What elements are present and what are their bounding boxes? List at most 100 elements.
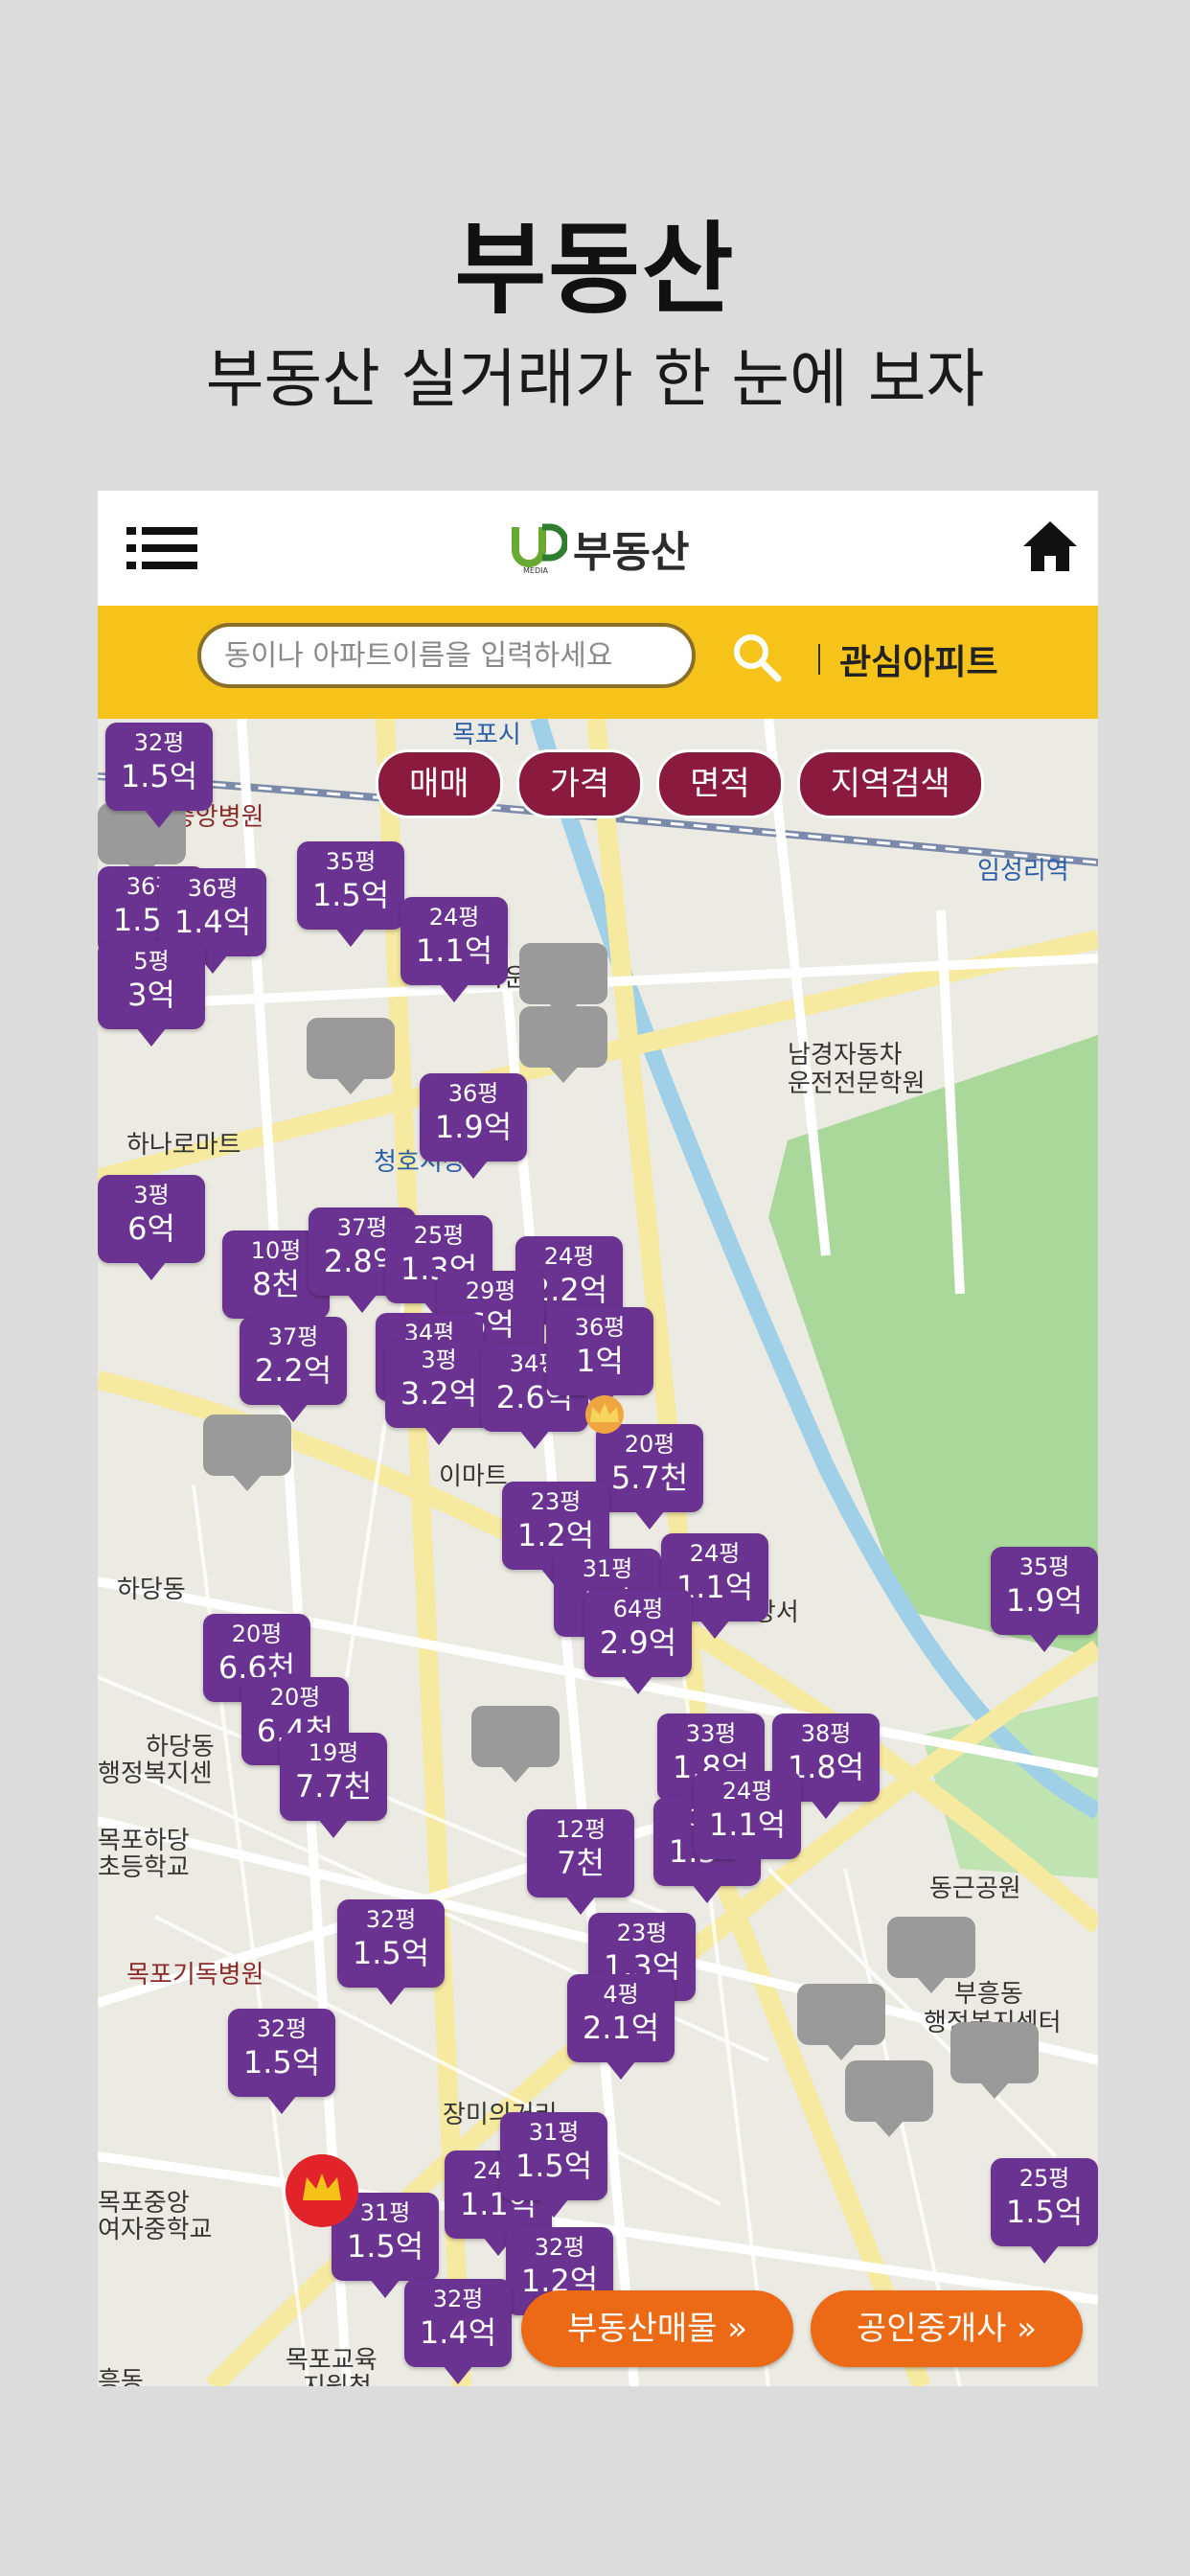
map-place-label: 행정복지센 bbox=[98, 1760, 213, 1788]
price-marker[interactable]: 64평 2.9억 bbox=[584, 1589, 692, 1694]
marker-size: 35평 bbox=[1018, 1553, 1070, 1580]
marker-price: 2.2억 bbox=[254, 1352, 332, 1389]
filter-trade-type[interactable]: 매매 bbox=[376, 749, 503, 818]
map-place-label: 하당동 bbox=[117, 1576, 186, 1604]
hero-subtitle: 부동산 실거래가 한 눈에 보자 bbox=[205, 342, 985, 416]
agents-button[interactable]: 공인중개사 » bbox=[811, 2290, 1083, 2367]
marker-size: 20평 bbox=[231, 1621, 283, 1647]
marker-size: 24평 bbox=[689, 1540, 741, 1567]
price-marker[interactable]: 32평 1.5억 bbox=[337, 1899, 445, 2005]
inactive-marker bbox=[845, 2060, 933, 2137]
map-place-label: 임성리역 bbox=[977, 857, 1069, 886]
price-marker[interactable]: 31평 1.5억 bbox=[500, 2112, 607, 2218]
marker-size: 33평 bbox=[685, 1720, 737, 1747]
marker-price: 5.7천 bbox=[610, 1460, 689, 1496]
price-marker[interactable]: 25평 1.5억 bbox=[991, 2158, 1098, 2264]
marker-size: 31평 bbox=[582, 1555, 633, 1582]
marker-size: 5평 bbox=[133, 948, 170, 975]
marker-price: 1.5억 bbox=[1005, 2194, 1084, 2230]
hero-title: 부동산 bbox=[454, 211, 736, 328]
marker-size: 36평 bbox=[187, 875, 239, 902]
ud-media-logo-icon: MEDIA bbox=[512, 523, 567, 575]
marker-price: 6억 bbox=[127, 1210, 175, 1247]
marker-size: 3평 bbox=[133, 1182, 170, 1208]
marker-size: 32평 bbox=[133, 729, 185, 756]
marker-price: 1.5억 bbox=[515, 2148, 593, 2184]
marker-size: 32평 bbox=[534, 2234, 585, 2261]
price-marker[interactable]: 5평 3억 bbox=[98, 941, 205, 1046]
marker-size: 64평 bbox=[612, 1596, 664, 1622]
search-input[interactable] bbox=[197, 623, 696, 688]
crown-marker-icon bbox=[585, 1395, 624, 1434]
user-location-pin-icon[interactable] bbox=[284, 2152, 360, 2229]
marker-price: 1.4억 bbox=[173, 904, 252, 940]
marker-size: 38평 bbox=[800, 1720, 852, 1747]
filter-area[interactable]: 면적 bbox=[656, 749, 784, 818]
favorite-apartments-link[interactable]: 관심아피트 bbox=[839, 634, 998, 684]
price-marker[interactable]: 12평 7천 bbox=[527, 1809, 634, 1915]
search-bar: 관심아피트 bbox=[98, 606, 1098, 719]
marker-size: 19평 bbox=[308, 1739, 359, 1766]
search-icon[interactable] bbox=[730, 631, 784, 684]
marker-size: 25평 bbox=[1018, 2165, 1070, 2192]
price-marker[interactable]: 3평 3.2억 bbox=[385, 1340, 492, 1445]
map-place-label: 운전전문학원 bbox=[788, 1070, 926, 1098]
hamburger-menu-icon[interactable] bbox=[126, 525, 197, 571]
price-marker[interactable]: 35평 1.9억 bbox=[991, 1547, 1098, 1652]
map-place-label: 여자중학교 bbox=[98, 2216, 213, 2244]
marker-price: 1.5억 bbox=[242, 2044, 321, 2081]
marker-price: 3.2억 bbox=[400, 1375, 478, 1412]
price-marker[interactable]: 3평 6억 bbox=[98, 1175, 205, 1280]
marker-size: 25평 bbox=[413, 1222, 465, 1249]
filter-chip-row: 매매 가격 면적 지역검색 bbox=[376, 749, 984, 818]
price-marker[interactable]: 24평 1.1억 bbox=[694, 1771, 801, 1876]
inactive-marker bbox=[950, 2022, 1039, 2099]
price-marker[interactable]: 35평 1.5억 bbox=[297, 841, 404, 947]
marker-price: 7천 bbox=[557, 1845, 605, 1881]
marker-size: 32평 bbox=[432, 2286, 484, 2312]
brand-logo: MEDIA 부동산 bbox=[510, 518, 689, 579]
home-icon[interactable] bbox=[1021, 519, 1079, 573]
marker-price: 2.1억 bbox=[582, 2010, 660, 2046]
inactive-marker bbox=[519, 943, 607, 1020]
price-marker[interactable]: 20평 5.7천 bbox=[596, 1424, 703, 1530]
map-view[interactable]: 목포시 목포중앙병원 임성리역 남경자동차 운전전문학원 하나로마트 청호시장 이마트 하당동 하… bbox=[98, 719, 1098, 2386]
price-marker[interactable]: 19평 7.7천 bbox=[280, 1733, 387, 1838]
marker-price: 1.1억 bbox=[708, 1806, 787, 1843]
marker-price: 1억 bbox=[576, 1343, 624, 1379]
marker-size: 3평 bbox=[421, 1346, 457, 1373]
marker-price: 2.9억 bbox=[599, 1624, 677, 1661]
marker-size: 12평 bbox=[555, 1816, 606, 1843]
marker-size: 20평 bbox=[269, 1684, 321, 1711]
price-marker[interactable]: 32평 1.5억 bbox=[105, 723, 213, 828]
price-marker[interactable]: 4평 2.1억 bbox=[567, 1974, 675, 2080]
marker-size: 24평 bbox=[721, 1778, 773, 1805]
marker-price: 1.5억 bbox=[311, 877, 390, 913]
price-marker[interactable]: 36평 1.9억 bbox=[420, 1073, 527, 1179]
marker-price: 3억 bbox=[127, 977, 175, 1013]
marker-price: 1.1억 bbox=[415, 932, 493, 969]
app-screen: MEDIA 부동산 관심아피트 bbox=[98, 491, 1098, 2386]
price-marker[interactable]: 36평 1억 bbox=[546, 1307, 653, 1413]
price-marker[interactable]: 32평 1.5억 bbox=[228, 2009, 335, 2114]
price-marker[interactable]: 32평 1.4억 bbox=[404, 2279, 512, 2384]
filter-price[interactable]: 가격 bbox=[515, 749, 644, 818]
marker-price: 1.5억 bbox=[120, 758, 198, 794]
brand-name: 부동산 bbox=[573, 528, 690, 577]
inactive-marker bbox=[471, 1706, 560, 1782]
map-place-label: 하나로마트 bbox=[126, 1131, 241, 1160]
map-place-label: 흥동 bbox=[98, 2367, 144, 2386]
inactive-marker bbox=[519, 1006, 607, 1083]
filter-region-search[interactable]: 지역검색 bbox=[796, 749, 984, 818]
inactive-marker bbox=[797, 1984, 885, 2060]
inactive-marker bbox=[203, 1414, 291, 1491]
map-place-label: 이마트 bbox=[439, 1462, 508, 1491]
marker-size: 23평 bbox=[616, 1920, 668, 1946]
map-place-label: 목포시 bbox=[452, 721, 521, 749]
marker-size: 24평 bbox=[428, 904, 480, 931]
inactive-marker bbox=[887, 1917, 975, 1993]
price-marker[interactable]: 37평 2.2억 bbox=[240, 1317, 347, 1422]
price-marker[interactable]: 24평 1.1억 bbox=[400, 897, 508, 1002]
inactive-marker bbox=[307, 1018, 395, 1094]
listings-button[interactable]: 부동산매물 » bbox=[521, 2290, 793, 2367]
